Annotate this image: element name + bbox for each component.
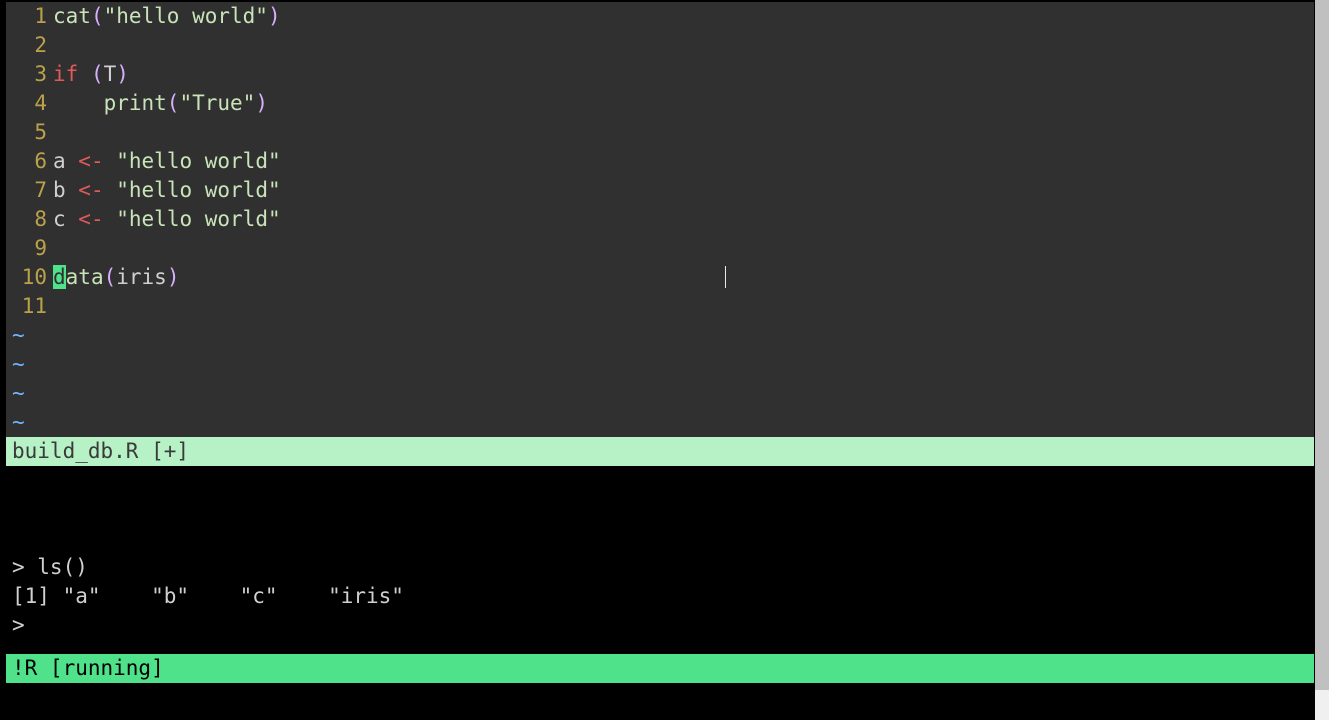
- terminal-status-bar: !R [running]: [6, 654, 1314, 683]
- code-line[interactable]: 1cat("hello world"): [6, 2, 1314, 31]
- command-line-area[interactable]: [6, 683, 1314, 702]
- terminal-line: > ls(): [12, 553, 1314, 582]
- code-line[interactable]: 9: [6, 234, 1314, 263]
- code-line[interactable]: 2: [6, 31, 1314, 60]
- editor-pane[interactable]: 1cat("hello world")23if (T)4 print("True…: [6, 2, 1314, 437]
- code-line[interactable]: 10data(iris): [6, 263, 1314, 292]
- code-content[interactable]: b <- "hello world": [53, 178, 281, 202]
- line-number: 4: [6, 89, 53, 118]
- line-number: 5: [6, 118, 53, 147]
- code-content[interactable]: if (T): [53, 62, 129, 86]
- code-line[interactable]: 7b <- "hello world": [6, 176, 1314, 205]
- empty-line-tilde: ~: [6, 321, 1314, 350]
- vim-screen: 1cat("hello world")23if (T)4 print("True…: [6, 2, 1314, 702]
- line-number: 3: [6, 60, 53, 89]
- editor-status-bar: build_db.R [+]: [6, 437, 1314, 466]
- empty-line-tilde: ~: [6, 350, 1314, 379]
- terminal-pane[interactable]: > ls()[1] "a" "b" "c" "iris">: [6, 466, 1314, 654]
- code-content[interactable]: print("True"): [53, 91, 268, 115]
- line-number: 6: [6, 147, 53, 176]
- scrollbar-track[interactable]: [1315, 0, 1329, 720]
- code-line[interactable]: 6a <- "hello world": [6, 147, 1314, 176]
- code-line[interactable]: 4 print("True"): [6, 89, 1314, 118]
- terminal-line: [1] "a" "b" "c" "iris": [12, 582, 1314, 611]
- line-number: 2: [6, 31, 53, 60]
- scrollbar-thumb[interactable]: [1315, 0, 1329, 690]
- code-line[interactable]: 5: [6, 118, 1314, 147]
- line-number: 7: [6, 176, 53, 205]
- empty-line-tilde: ~: [6, 408, 1314, 437]
- line-number: 9: [6, 234, 53, 263]
- code-content[interactable]: c <- "hello world": [53, 207, 281, 231]
- code-line[interactable]: 8c <- "hello world": [6, 205, 1314, 234]
- code-content[interactable]: a <- "hello world": [53, 149, 281, 173]
- code-line[interactable]: 3if (T): [6, 60, 1314, 89]
- code-line[interactable]: 11: [6, 292, 1314, 321]
- line-number: 1: [6, 2, 53, 31]
- text-cursor: [725, 266, 726, 288]
- terminal-line: >: [12, 611, 1314, 640]
- code-content[interactable]: cat("hello world"): [53, 4, 281, 28]
- empty-line-tilde: ~: [6, 379, 1314, 408]
- line-number: 10: [6, 263, 53, 292]
- line-number: 8: [6, 205, 53, 234]
- line-number: 11: [6, 292, 53, 321]
- code-content[interactable]: data(iris): [53, 265, 179, 289]
